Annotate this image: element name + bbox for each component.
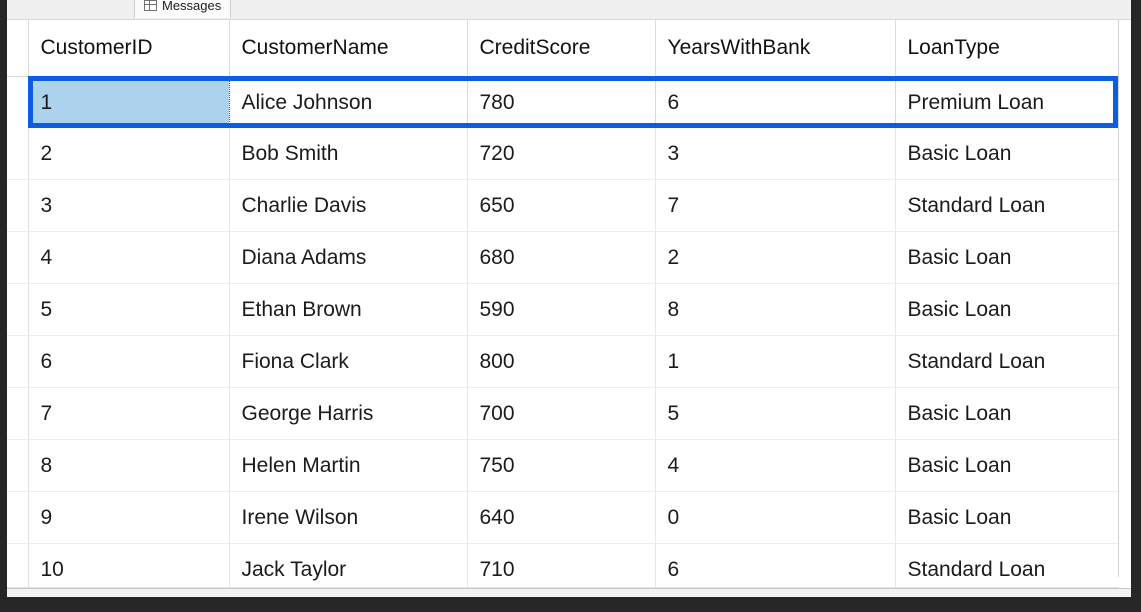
row-indicator-cell[interactable] (7, 491, 29, 544)
cell-yearswithbank[interactable]: 5 (655, 387, 896, 440)
column-header-creditscore[interactable]: CreditScore (467, 20, 656, 77)
cell-yearswithbank[interactable]: 2 (655, 231, 896, 284)
table-row[interactable]: 3 Charlie Davis 650 7 Standard Loan (7, 179, 1118, 232)
cell-customername[interactable]: Charlie Davis (229, 179, 468, 232)
table-header: CustomerID CustomerName CreditScore Year… (7, 20, 1118, 77)
row-indicator-cell[interactable] (7, 335, 29, 388)
cell-loantype[interactable]: Basic Loan (895, 231, 1118, 284)
row-indicator-cell[interactable] (7, 179, 29, 232)
cell-customername[interactable]: Alice Johnson (229, 76, 468, 128)
table-row[interactable]: 8 Helen Martin 750 4 Basic Loan (7, 439, 1118, 492)
cell-loantype[interactable]: Standard Loan (895, 179, 1118, 232)
table-row[interactable]: 4 Diana Adams 680 2 Basic Loan (7, 231, 1118, 284)
table-row[interactable]: 5 Ethan Brown 590 8 Basic Loan (7, 283, 1118, 336)
cell-creditscore[interactable]: 650 (467, 179, 656, 232)
cell-customername[interactable]: Fiona Clark (229, 335, 468, 388)
column-header-yearswithbank[interactable]: YearsWithBank (655, 20, 896, 77)
table-body: 1 Alice Johnson 780 6 Premium Loan 2 Bob… (7, 76, 1118, 596)
results-pane-bottom-strip (7, 588, 1131, 597)
table-row[interactable]: 9 Irene Wilson 640 0 Basic Loan (7, 491, 1118, 544)
results-pane: Messages CustomerID CustomerName CreditS… (7, 0, 1131, 597)
row-indicator-cell[interactable] (7, 387, 29, 440)
column-header-customername[interactable]: CustomerName (229, 20, 468, 77)
cell-creditscore[interactable]: 800 (467, 335, 656, 388)
cell-yearswithbank[interactable]: 4 (655, 439, 896, 492)
cell-customername[interactable]: George Harris (229, 387, 468, 440)
application-window-frame: Messages CustomerID CustomerName CreditS… (0, 0, 1141, 612)
tab-messages[interactable]: Messages (134, 0, 232, 18)
cell-creditscore[interactable]: 680 (467, 231, 656, 284)
cell-customername[interactable]: Bob Smith (229, 128, 468, 180)
cell-loantype[interactable]: Basic Loan (895, 283, 1118, 336)
cell-customername[interactable]: Irene Wilson (229, 491, 468, 544)
cell-yearswithbank[interactable]: 3 (655, 128, 896, 180)
cell-yearswithbank[interactable]: 8 (655, 283, 896, 336)
cell-yearswithbank[interactable]: 7 (655, 179, 896, 232)
cell-customerid[interactable]: 4 (28, 231, 230, 284)
cell-creditscore[interactable]: 700 (467, 387, 656, 440)
cell-customerid[interactable]: 8 (28, 439, 230, 492)
cell-customerid[interactable]: 9 (28, 491, 230, 544)
table-row[interactable]: 1 Alice Johnson 780 6 Premium Loan (7, 76, 1118, 128)
cell-customerid[interactable]: 7 (28, 387, 230, 440)
row-indicator-cell[interactable] (7, 283, 29, 336)
cell-creditscore[interactable]: 590 (467, 283, 656, 336)
cell-yearswithbank[interactable]: 6 (655, 76, 896, 128)
cell-customerid[interactable]: 6 (28, 335, 230, 388)
cell-customername[interactable]: Ethan Brown (229, 283, 468, 336)
cell-loantype[interactable]: Basic Loan (895, 439, 1118, 492)
cell-customerid[interactable]: 5 (28, 283, 230, 336)
cell-customerid[interactable]: 1 (28, 76, 230, 128)
column-header-loantype[interactable]: LoanType (895, 20, 1118, 77)
column-header-customerid[interactable]: CustomerID (28, 20, 230, 77)
cell-loantype[interactable]: Basic Loan (895, 128, 1118, 180)
row-header-gutter (7, 20, 29, 77)
cell-loantype[interactable]: Standard Loan (895, 335, 1118, 388)
cell-loantype[interactable]: Premium Loan (895, 76, 1118, 128)
cell-customerid[interactable]: 3 (28, 179, 230, 232)
row-indicator-cell[interactable] (7, 76, 29, 128)
cell-customerid[interactable]: 2 (28, 128, 230, 180)
cell-loantype[interactable]: Basic Loan (895, 491, 1118, 544)
table-row[interactable]: 7 George Harris 700 5 Basic Loan (7, 387, 1118, 440)
cell-creditscore[interactable]: 750 (467, 439, 656, 492)
tab-messages-label: Messages (162, 0, 222, 13)
results-tab-strip: Messages (7, 0, 1131, 20)
cell-yearswithbank[interactable]: 1 (655, 335, 896, 388)
row-indicator-cell[interactable] (7, 231, 29, 284)
results-table: CustomerID CustomerName CreditScore Year… (7, 20, 1118, 596)
table-row[interactable]: 6 Fiona Clark 800 1 Standard Loan (7, 335, 1118, 388)
cell-loantype[interactable]: Basic Loan (895, 387, 1118, 440)
row-indicator-cell[interactable] (7, 439, 29, 492)
cell-creditscore[interactable]: 640 (467, 491, 656, 544)
header-row: CustomerID CustomerName CreditScore Year… (7, 20, 1118, 77)
query-results-grid[interactable]: CustomerID CustomerName CreditScore Year… (7, 20, 1119, 597)
cell-yearswithbank[interactable]: 0 (655, 491, 896, 544)
row-indicator-cell[interactable] (7, 128, 29, 180)
table-row[interactable]: 2 Bob Smith 720 3 Basic Loan (7, 128, 1118, 180)
grid-icon (144, 0, 157, 11)
cell-creditscore[interactable]: 720 (467, 128, 656, 180)
cell-creditscore[interactable]: 780 (467, 76, 656, 128)
cell-customername[interactable]: Helen Martin (229, 439, 468, 492)
cell-customername[interactable]: Diana Adams (229, 231, 468, 284)
